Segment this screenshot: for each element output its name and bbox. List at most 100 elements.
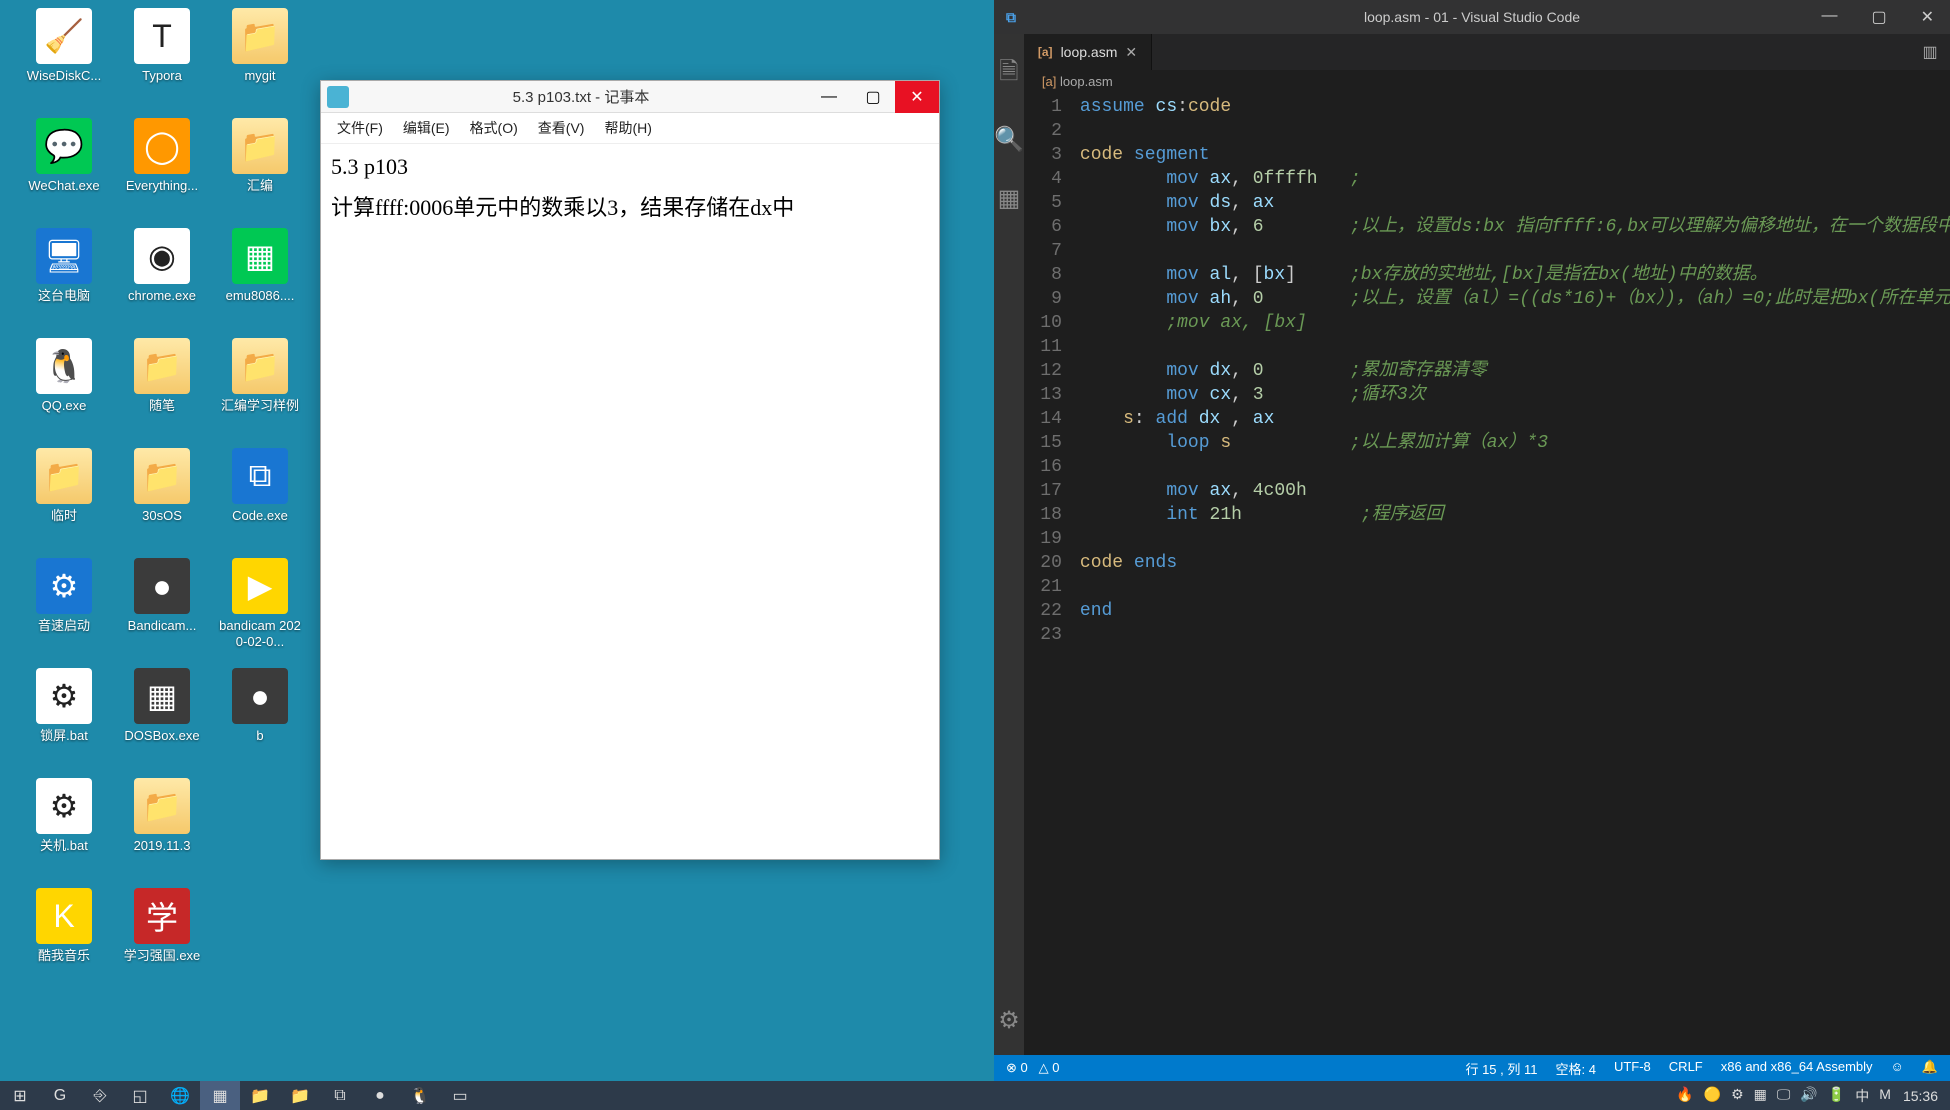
desktop-icon[interactable]: 📁2019.11.3 — [118, 778, 206, 878]
code-line[interactable] — [1080, 527, 1950, 551]
close-button[interactable]: ✕ — [1913, 3, 1942, 31]
status-item[interactable]: ☺ — [1891, 1059, 1904, 1078]
desktop-icon[interactable]: ◯Everything... — [118, 118, 206, 218]
code-line[interactable]: mov cx, 3 ;循环3次 — [1080, 383, 1950, 407]
code-line[interactable]: mov ds, ax — [1080, 191, 1950, 215]
explorer-icon[interactable]: 🗎 — [999, 54, 1018, 95]
tray-icon[interactable]: 🔥 — [1676, 1086, 1693, 1106]
status-item[interactable]: CRLF — [1669, 1059, 1703, 1078]
desktop-icon[interactable]: ⚙关机.bat — [20, 778, 108, 878]
code-line[interactable] — [1080, 119, 1950, 143]
desktop-icon[interactable]: ⧉Code.exe — [216, 448, 304, 548]
desktop-icon[interactable]: 🖥这台电脑 — [20, 228, 108, 328]
source-code[interactable]: assume cs:codecode segment mov ax, 0ffff… — [1080, 95, 1950, 647]
tray-icon[interactable]: ⚙ — [1731, 1086, 1744, 1106]
status-item[interactable]: ⊗ 0 — [1006, 1060, 1028, 1075]
tray-icon[interactable]: 中 — [1855, 1086, 1869, 1106]
tray-icon[interactable]: 🟡 — [1704, 1086, 1721, 1106]
taskbar-item[interactable]: G — [40, 1081, 80, 1110]
desktop-icon[interactable]: K酷我音乐 — [20, 888, 108, 988]
gear-icon[interactable]: ⚙ — [998, 1006, 1020, 1035]
code-line[interactable]: end — [1080, 599, 1950, 623]
status-item[interactable]: 空格: 4 — [1555, 1059, 1595, 1078]
taskbar-item[interactable]: ⧉ — [320, 1081, 360, 1110]
code-line[interactable]: mov dx, 0 ;累加寄存器清零 — [1080, 359, 1950, 383]
status-item[interactable]: △ 0 — [1039, 1060, 1060, 1075]
tray-icon[interactable]: M — [1879, 1086, 1891, 1106]
status-item[interactable]: 行 15 , 列 11 — [1465, 1059, 1537, 1078]
code-line[interactable] — [1080, 623, 1950, 647]
menu-item[interactable]: 编辑(E) — [393, 115, 460, 141]
desktop-icon[interactable]: ◉chrome.exe — [118, 228, 206, 328]
breadcrumb[interactable]: [a] loop.asm — [1024, 70, 1950, 93]
desktop-icon[interactable]: 📁mygit — [216, 8, 304, 108]
maximize-button[interactable]: ▢ — [1863, 3, 1894, 31]
menu-item[interactable]: 查看(V) — [528, 115, 595, 141]
code-editor[interactable]: 1234567891011121314151617181920212223 as… — [1024, 93, 1950, 647]
taskbar-item[interactable]: 📁 — [280, 1081, 320, 1110]
taskbar-item[interactable]: 🌐 — [160, 1081, 200, 1110]
tab-loop-asm[interactable]: [a] loop.asm ✕ — [1024, 34, 1152, 70]
vscode-titlebar[interactable]: ⧉ loop.asm - 01 - Visual Studio Code — ▢… — [994, 0, 1950, 34]
code-line[interactable]: ;mov ax, [bx] — [1080, 311, 1950, 335]
taskbar-item[interactable]: ● — [360, 1081, 400, 1110]
taskbar-item[interactable]: ▦ — [200, 1081, 240, 1110]
tray-icon[interactable]: 🖵 — [1777, 1086, 1791, 1106]
tray-icon[interactable]: ▦ — [1754, 1086, 1767, 1106]
tray-icon[interactable]: 🔊 — [1800, 1086, 1817, 1106]
minimize-button[interactable]: — — [1813, 3, 1845, 31]
status-item[interactable]: UTF-8 — [1614, 1059, 1651, 1078]
desktop-icon[interactable]: ●Bandicam... — [118, 558, 206, 658]
taskbar-item[interactable]: 🐧 — [400, 1081, 440, 1110]
taskbar-item[interactable]: ◱ — [120, 1081, 160, 1110]
status-item[interactable]: x86 and x86_64 Assembly — [1721, 1059, 1873, 1078]
desktop-icon[interactable]: ▦DOSBox.exe — [118, 668, 206, 768]
code-line[interactable] — [1080, 575, 1950, 599]
notepad-body[interactable]: 5.3 p103 计算ffff:0006单元中的数乘以3，结果存储在dx中 — [321, 144, 939, 232]
code-line[interactable]: mov ah, 0 ;以上，设置（al）=((ds*16)+（bx）)，（ah）… — [1080, 287, 1950, 311]
code-line[interactable] — [1080, 239, 1950, 263]
taskbar-item[interactable]: 📁 — [240, 1081, 280, 1110]
code-line[interactable]: code ends — [1080, 551, 1950, 575]
code-line[interactable]: s: add dx , ax — [1080, 407, 1950, 431]
menu-item[interactable]: 文件(F) — [327, 115, 393, 141]
extensions-icon[interactable]: ▦ — [998, 184, 1021, 213]
status-item[interactable]: 🔔 — [1922, 1059, 1938, 1078]
desktop-icon[interactable]: 学学习强国.exe — [118, 888, 206, 988]
desktop-icon[interactable]: 📁随笔 — [118, 338, 206, 438]
close-button[interactable]: ✕ — [895, 81, 939, 113]
code-line[interactable]: int 21h ;程序返回 — [1080, 503, 1950, 527]
status-left[interactable]: ⊗ 0 △ 0 — [1006, 1060, 1059, 1076]
code-line[interactable]: loop s ;以上累加计算（ax）*3 — [1080, 431, 1950, 455]
code-line[interactable] — [1080, 455, 1950, 479]
desktop-icon[interactable]: TTypora — [118, 8, 206, 108]
minimize-button[interactable]: — — [807, 81, 851, 113]
tray-icon[interactable]: 🔋 — [1828, 1086, 1845, 1106]
code-line[interactable]: code segment — [1080, 143, 1950, 167]
desktop-icon[interactable]: 💬WeChat.exe — [20, 118, 108, 218]
split-editor-icon[interactable]: ▥ — [1923, 42, 1938, 62]
taskbar-item[interactable]: ⊞ — [0, 1081, 40, 1110]
menu-item[interactable]: 格式(O) — [460, 115, 528, 141]
desktop-icon[interactable]: ⚙锁屏.bat — [20, 668, 108, 768]
maximize-button[interactable]: ▢ — [851, 81, 895, 113]
desktop-icon[interactable]: ⚙音速启动 — [20, 558, 108, 658]
desktop-icon[interactable]: 🧹WiseDiskC... — [20, 8, 108, 108]
code-line[interactable]: mov ax, 4c00h — [1080, 479, 1950, 503]
menu-item[interactable]: 帮助(H) — [594, 115, 661, 141]
desktop-icon[interactable]: ●b — [216, 668, 304, 768]
desktop-icon[interactable]: 📁临时 — [20, 448, 108, 548]
taskbar-item[interactable]: ⎆ — [80, 1081, 120, 1110]
code-line[interactable]: mov bx, 6 ;以上，设置ds:bx 指向ffff:6,bx可以理解为偏移… — [1080, 215, 1950, 239]
code-line[interactable]: assume cs:code — [1080, 95, 1950, 119]
desktop-icon[interactable]: 📁汇编 — [216, 118, 304, 218]
desktop-icon[interactable]: 🐧QQ.exe — [20, 338, 108, 438]
desktop-icon[interactable]: ▦emu8086.... — [216, 228, 304, 328]
desktop-icon[interactable]: 📁30sOS — [118, 448, 206, 548]
close-tab-icon[interactable]: ✕ — [1125, 44, 1137, 61]
code-line[interactable] — [1080, 335, 1950, 359]
code-line[interactable]: mov al, [bx] ;bx存放的实地址,[bx]是指在bx(地址)中的数据… — [1080, 263, 1950, 287]
search-icon[interactable]: 🔍 — [994, 125, 1024, 154]
clock[interactable]: 15:36 — [1903, 1088, 1938, 1104]
desktop-icon[interactable]: ▶bandicam 2020-02-0... — [216, 558, 304, 658]
